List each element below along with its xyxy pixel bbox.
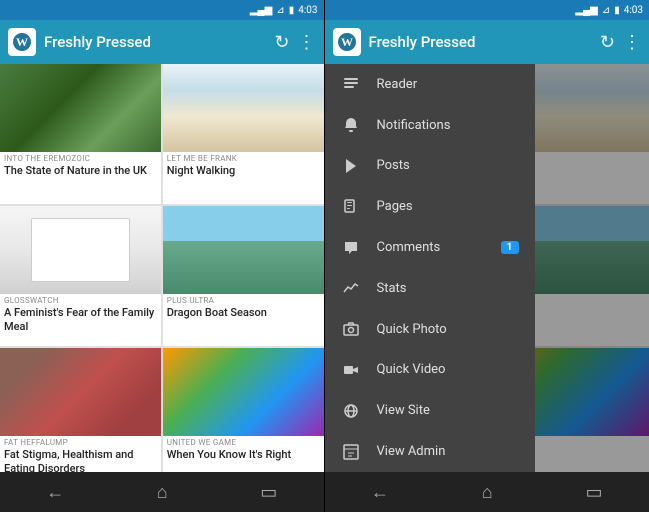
home-button-2[interactable]: ⌂ [482, 482, 493, 503]
wifi-icon: ⊿ [276, 5, 284, 16]
top-bar-2: W Freshly Pressed ↻ ⋮ [325, 20, 649, 64]
posts-icon [341, 156, 361, 176]
comments-badge: 1 [501, 241, 519, 254]
nav-drawer: Reader Notifications Posts [325, 64, 535, 472]
reader-label: Reader [377, 77, 519, 92]
viewadmin-label: View Admin [377, 444, 519, 459]
card-label-1-4: Plus Ultra [163, 294, 324, 305]
pages-label: Pages [377, 199, 519, 214]
viewadmin-icon [341, 442, 361, 462]
bottom-nav-2: ← ⌂ ▭ [325, 472, 649, 512]
phone2: ▂▄▆ ⊿ ▮ 4:03 W Freshly Pressed ↻ ⋮ INTO … [325, 0, 649, 512]
drawer-item-viewsite[interactable]: View Site [325, 390, 535, 431]
card-title-1-3: A Feminist's Fear of the Family Meal [0, 305, 161, 339]
drawer-item-comments[interactable]: Comments 1 [325, 227, 535, 268]
comments-icon [341, 238, 361, 258]
card-1-6[interactable]: United We Game When You Know It's Right [163, 348, 324, 472]
card-1-5[interactable]: Fat Heffalump Fat Stigma, Healthism and … [0, 348, 161, 472]
card-image-1-4 [163, 206, 324, 294]
card-label-1-5: Fat Heffalump [0, 436, 161, 447]
stats-label: Stats [377, 281, 519, 296]
back-button-2[interactable]: ← [371, 482, 389, 503]
card-image-1-6 [163, 348, 324, 436]
card-title-1-4: Dragon Boat Season [163, 305, 324, 324]
card-title-1-6: When You Know It's Right [163, 447, 324, 466]
home-button-1[interactable]: ⌂ [157, 482, 168, 503]
drawer-item-posts[interactable]: Posts [325, 146, 535, 187]
status-bar-2: ▂▄▆ ⊿ ▮ 4:03 [325, 0, 649, 20]
card-title-1-5: Fat Stigma, Healthism and Eating Disorde… [0, 447, 161, 472]
app-title-2: Freshly Pressed [369, 33, 592, 51]
quickphoto-icon [341, 319, 361, 339]
card-image-1-3 [0, 206, 161, 294]
back-button-1[interactable]: ← [46, 482, 64, 503]
drawer-item-reader[interactable]: Reader [325, 64, 535, 105]
drawer-item-notifications[interactable]: Notifications [325, 105, 535, 146]
card-1-3[interactable]: glosswatch A Feminist's Fear of the Fami… [0, 206, 161, 346]
drawer-item-quickvideo[interactable]: Quick Video [325, 350, 535, 391]
card-title-1-2: Night Walking [163, 163, 324, 182]
card-label-1-6: United We Game [163, 436, 324, 447]
drawer-overlay: INTO THE EREMOZOIC The State of Nature i… [325, 64, 649, 472]
card-label-1-2: LET ME BE FRANK [163, 152, 324, 163]
signal-icon: ▂▄▆ [250, 5, 272, 16]
card-1-4[interactable]: Plus Ultra Dragon Boat Season [163, 206, 324, 346]
recents-button-2[interactable]: ▭ [586, 482, 603, 503]
notifications-icon [341, 115, 361, 135]
card-1-2[interactable]: LET ME BE FRANK Night Walking [163, 64, 324, 204]
card-label-1-1: INTO THE EREMOZOIC [0, 152, 161, 163]
card-image-1-2 [163, 64, 324, 152]
top-bar-1: W Freshly Pressed ↻ ⋮ [0, 20, 324, 64]
drawer-item-stats[interactable]: Stats [325, 268, 535, 309]
bottom-nav-1: ← ⌂ ▭ [0, 472, 324, 512]
drawer-scrim[interactable] [535, 64, 649, 472]
overflow-icon-2[interactable]: ⋮ [623, 32, 641, 53]
status-bar-1: ▂▄▆ ⊿ ▮ 4:03 [0, 0, 324, 20]
clock-2: 4:03 [624, 5, 643, 16]
clock: 4:03 [298, 5, 317, 16]
pages-icon [341, 197, 361, 217]
quickphoto-label: Quick Photo [377, 322, 519, 337]
battery-icon: ▮ [289, 5, 295, 16]
wp-logo-2: W [333, 28, 361, 56]
battery-icon-2: ▮ [614, 5, 620, 16]
phone1: ▂▄▆ ⊿ ▮ 4:03 W Freshly Pressed ↻ ⋮ INTO … [0, 0, 324, 512]
svg-text:W: W [16, 35, 28, 49]
card-image-1-1 [0, 64, 161, 152]
notifications-label: Notifications [377, 118, 519, 133]
quickvideo-label: Quick Video [377, 362, 519, 377]
card-title-1-1: The State of Nature in the UK [0, 163, 161, 182]
top-bar-actions-1: ↻ ⋮ [274, 32, 315, 53]
drawer-item-viewadmin[interactable]: View Admin [325, 431, 535, 472]
card-label-1-3: glosswatch [0, 294, 161, 305]
svg-text:W: W [341, 35, 353, 49]
comments-label: Comments [377, 240, 485, 255]
wifi-icon-2: ⊿ [602, 5, 610, 16]
card-image-1-5 [0, 348, 161, 436]
refresh-icon-2[interactable]: ↻ [600, 32, 615, 53]
stats-icon [341, 278, 361, 298]
posts-label: Posts [377, 158, 519, 173]
top-bar-actions-2: ↻ ⋮ [600, 32, 641, 53]
drawer-item-pages[interactable]: Pages [325, 186, 535, 227]
overflow-icon-1[interactable]: ⋮ [298, 32, 316, 53]
wp-logo-1: W [8, 28, 36, 56]
quickvideo-icon [341, 360, 361, 380]
viewsite-label: View Site [377, 403, 519, 418]
signal-icon-2: ▂▄▆ [575, 5, 597, 16]
refresh-icon-1[interactable]: ↻ [274, 32, 289, 53]
drawer-item-quickphoto[interactable]: Quick Photo [325, 309, 535, 350]
viewsite-icon [341, 401, 361, 421]
recents-button-1[interactable]: ▭ [260, 482, 277, 503]
content-grid-1: INTO THE EREMOZOIC The State of Nature i… [0, 64, 324, 472]
card-1-1[interactable]: INTO THE EREMOZOIC The State of Nature i… [0, 64, 161, 204]
app-title-1: Freshly Pressed [44, 33, 266, 51]
reader-icon [341, 74, 361, 94]
